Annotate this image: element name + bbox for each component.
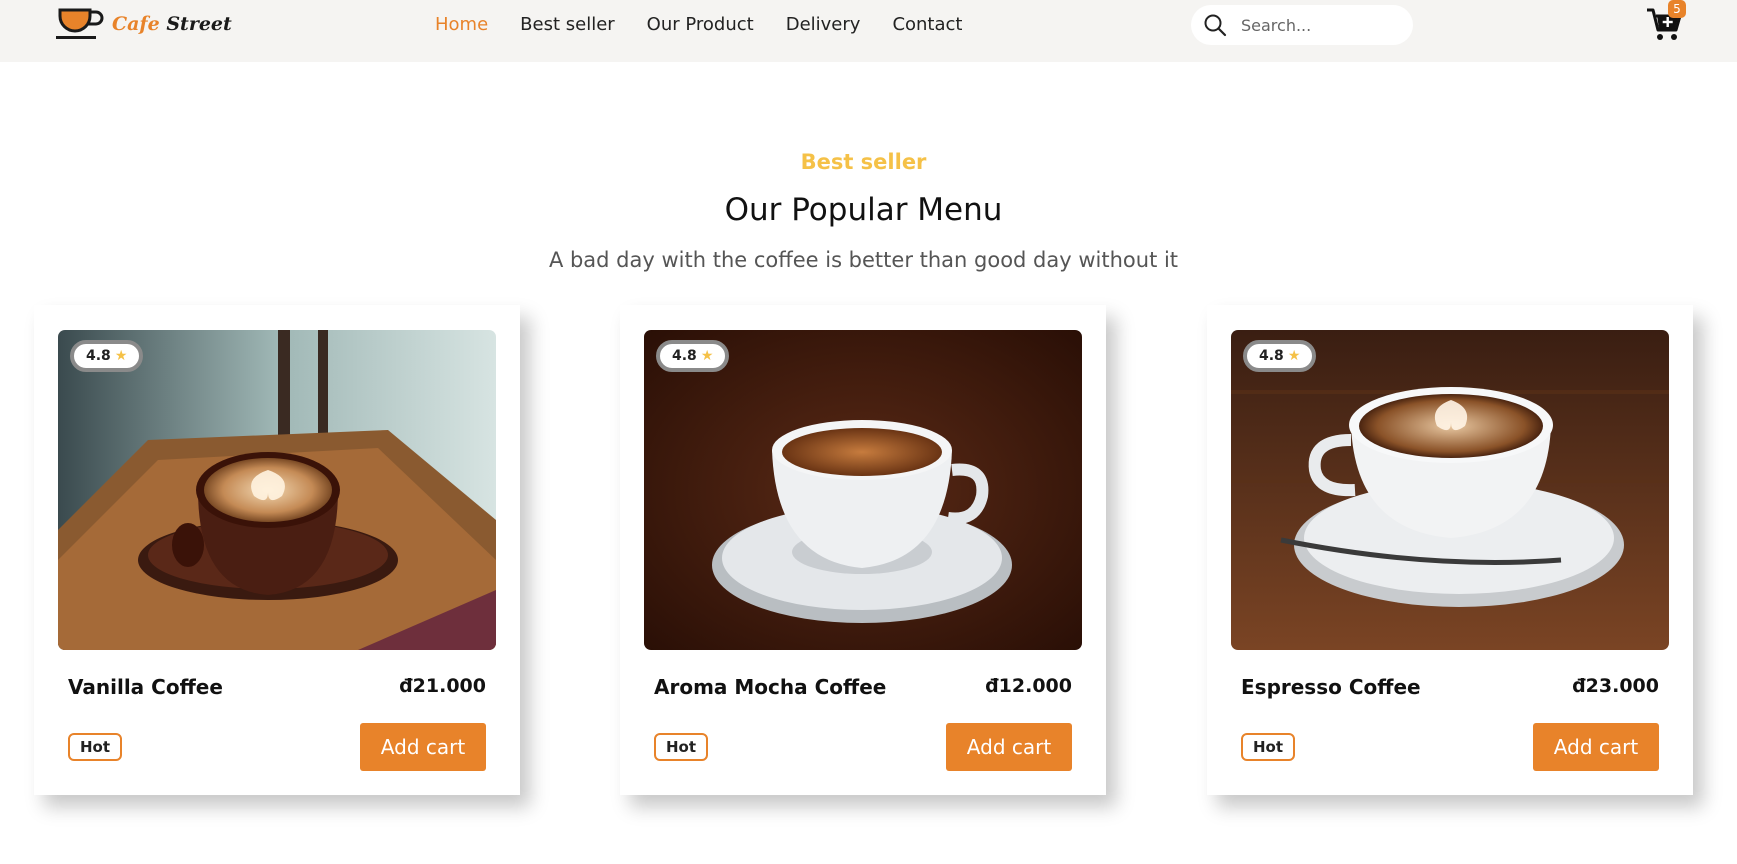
star-icon: ★ xyxy=(1287,348,1301,364)
cart-button[interactable]: 5 xyxy=(1646,0,1686,42)
rating-badge: 4.8 ★ xyxy=(656,340,730,372)
cart-count-badge: 5 xyxy=(1668,0,1686,18)
search-icon[interactable] xyxy=(1203,13,1227,37)
cappuccino-cup-photo xyxy=(1231,330,1669,650)
product-price: đ23.000 xyxy=(1572,675,1659,697)
product-name: Aroma Mocha Coffee xyxy=(654,675,887,699)
rating-value: 4.8 xyxy=(672,348,697,364)
section-subtitle: A bad day with the coffee is better than… xyxy=(548,248,1179,272)
logo-word-street: Street xyxy=(166,13,232,35)
product-name: Espresso Coffee xyxy=(1241,675,1421,699)
product-card: 4.8 ★ Aroma Mocha Coffee đ12.000 Hot Add… xyxy=(620,305,1106,795)
product-tag: Hot xyxy=(654,733,709,761)
nav-delivery[interactable]: Delivery xyxy=(786,14,861,35)
product-image[interactable]: 4.8 ★ xyxy=(58,330,496,650)
product-name: Vanilla Coffee xyxy=(68,675,223,699)
nav-contact[interactable]: Contact xyxy=(892,14,962,35)
product-image[interactable]: 4.8 ★ xyxy=(1231,330,1669,650)
rating-value: 4.8 xyxy=(86,348,111,364)
product-price: đ12.000 xyxy=(985,675,1072,697)
product-price: đ21.000 xyxy=(399,675,486,697)
nav-our-product[interactable]: Our Product xyxy=(647,14,754,35)
search-input[interactable] xyxy=(1241,15,1401,35)
product-card: 4.8 ★ Vanilla Coffee đ21.000 Hot Add car… xyxy=(34,305,520,795)
star-icon: ★ xyxy=(114,348,128,364)
main-nav: Home Best seller Our Product Delivery Co… xyxy=(435,14,962,35)
search-box xyxy=(1191,5,1413,45)
product-image[interactable]: 4.8 ★ xyxy=(644,330,1082,650)
logo[interactable]: Cafe Street xyxy=(56,6,232,42)
star-icon: ★ xyxy=(700,348,714,364)
rating-value: 4.8 xyxy=(1259,348,1284,364)
product-tag: Hot xyxy=(1241,733,1296,761)
product-card: 4.8 ★ Espresso Coffee đ23.000 Hot Add ca… xyxy=(1207,305,1693,795)
latte-art-photo xyxy=(58,330,496,650)
rating-badge: 4.8 ★ xyxy=(1243,340,1317,372)
product-tag: Hot xyxy=(68,733,123,761)
section-title: Our Popular Menu xyxy=(724,192,1003,228)
coffee-cup-logo-icon xyxy=(56,8,104,39)
site-header: Cafe Street Home Best seller Our Product… xyxy=(0,0,1737,62)
logo-word-cafe: Cafe xyxy=(112,13,160,35)
add-cart-button[interactable]: Add cart xyxy=(1533,723,1659,771)
section-eyebrow: Best seller xyxy=(800,150,927,174)
nav-best-seller[interactable]: Best seller xyxy=(520,14,615,35)
rating-badge: 4.8 ★ xyxy=(70,340,144,372)
add-cart-button[interactable]: Add cart xyxy=(360,723,486,771)
nav-home[interactable]: Home xyxy=(435,14,488,35)
add-cart-button[interactable]: Add cart xyxy=(946,723,1072,771)
espresso-cup-photo xyxy=(644,330,1082,650)
